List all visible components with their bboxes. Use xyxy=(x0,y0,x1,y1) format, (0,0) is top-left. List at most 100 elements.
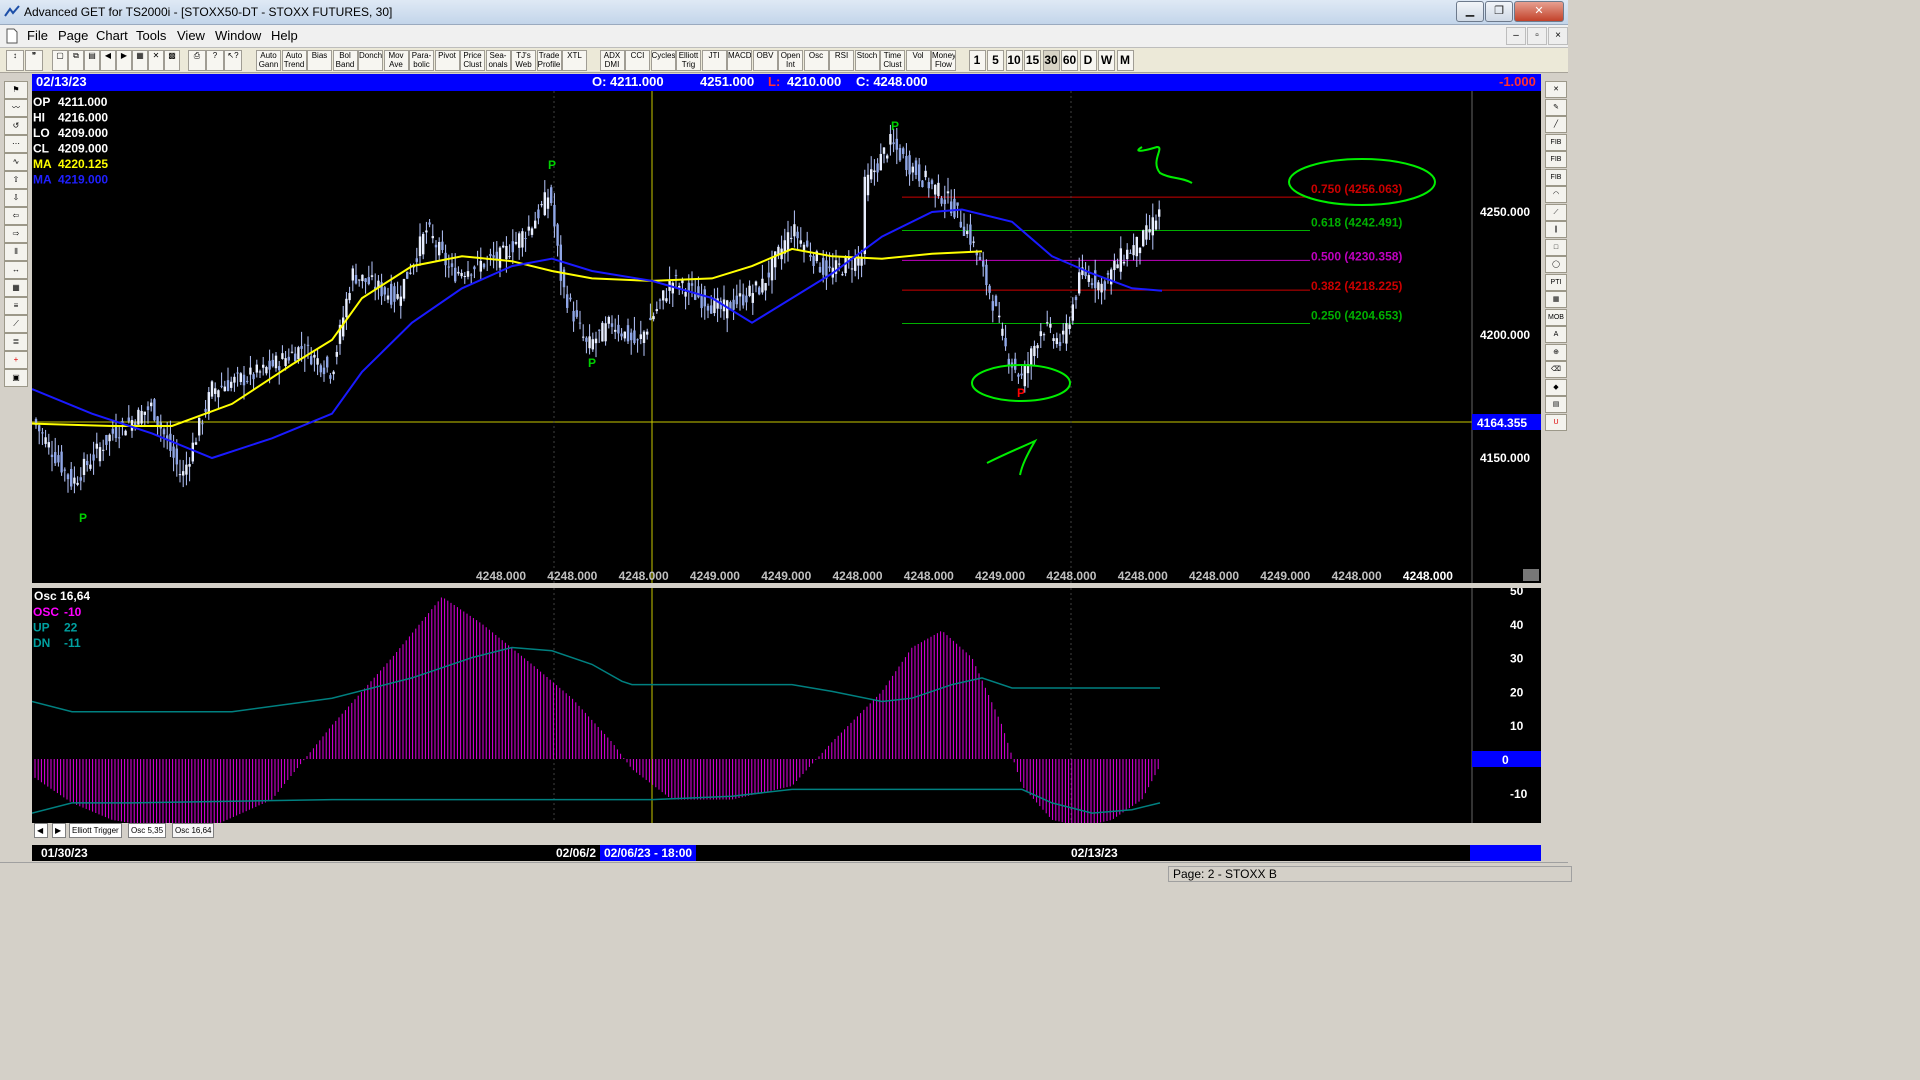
study-button[interactable]: MACD xyxy=(727,50,752,71)
eraser-icon[interactable]: ⌫ xyxy=(1545,361,1567,378)
study-button[interactable]: Stoch xyxy=(854,50,880,71)
study-button[interactable]: Sea- onals xyxy=(485,50,511,71)
study-button[interactable]: Auto Gann xyxy=(256,50,281,71)
clipboard-icon[interactable]: ▣ xyxy=(4,369,28,387)
new-page-icon[interactable]: ▢ xyxy=(52,50,68,71)
channel-icon[interactable]: ∥ xyxy=(1545,221,1567,238)
menu-view[interactable]: View xyxy=(177,28,205,43)
down-arrow-icon[interactable]: ⇩ xyxy=(4,189,28,207)
mdi-restore-button[interactable]: ▫ xyxy=(1527,27,1547,45)
crosshair-icon[interactable]: + xyxy=(4,351,28,369)
right-arrow-icon[interactable]: ⇨ xyxy=(4,225,28,243)
pencil-icon[interactable]: ✎ xyxy=(1545,98,1567,116)
study-button[interactable]: OBV xyxy=(752,50,778,71)
menu-file[interactable]: File xyxy=(27,28,48,43)
flag-icon[interactable]: ⚑ xyxy=(4,81,28,99)
study-button[interactable]: Trade Profile xyxy=(536,50,562,71)
price-chart[interactable]: 0.750 (4256.063) 0.618 (4242.491) 0.500 (4… xyxy=(31,91,1541,583)
tab-osc-16-64[interactable]: Osc 16,64 xyxy=(172,823,215,838)
tab-osc-5-35[interactable]: Osc 5,35 xyxy=(128,823,167,838)
fib-ret-icon[interactable]: FIB xyxy=(1545,133,1567,151)
interval-button[interactable]: 1 xyxy=(968,50,986,71)
study-button[interactable]: RSI xyxy=(829,50,854,71)
context-help-icon[interactable]: ↖? xyxy=(224,50,242,71)
fan-icon[interactable]: ⟋ xyxy=(1545,203,1567,221)
arc-icon[interactable]: ◠ xyxy=(1545,186,1567,203)
open-icon[interactable]: ▤ xyxy=(84,50,100,71)
interval-button[interactable]: D xyxy=(1079,50,1097,71)
help-icon[interactable]: ? xyxy=(206,50,224,71)
fib-icon[interactable]: ≣ xyxy=(4,333,28,351)
study-button[interactable]: Price Clust xyxy=(460,50,485,71)
trendline-icon[interactable]: ╱ xyxy=(1545,116,1567,133)
interval-button[interactable]: 30 xyxy=(1042,50,1060,71)
study-button[interactable]: ADX DMI xyxy=(599,50,625,71)
tab-elliott-trigger[interactable]: Elliott Trigger xyxy=(69,823,122,838)
mdi-close-button[interactable]: × xyxy=(1548,27,1568,45)
study-icon[interactable]: ⋯ xyxy=(4,135,28,153)
menu-help[interactable]: Help xyxy=(271,28,298,43)
zoom-icon[interactable]: ⊕ xyxy=(1545,343,1567,361)
grid-icon[interactable]: ▦ xyxy=(4,279,28,297)
left-arrow-icon[interactable]: ⇦ xyxy=(4,207,28,225)
mdi-minimize-button[interactable]: – xyxy=(1506,27,1526,45)
undo-icon[interactable]: U xyxy=(1545,413,1567,431)
price-chart-canvas[interactable]: 0.750 (4256.063) 0.618 (4242.491) 0.500 (4… xyxy=(31,91,1541,583)
study-button[interactable]: CCI xyxy=(625,50,650,71)
back-icon[interactable]: ◀ xyxy=(100,50,116,71)
study-button[interactable]: Time Clust xyxy=(880,50,905,71)
ellipse-icon[interactable]: ◯ xyxy=(1545,256,1567,273)
study-button[interactable]: Vol xyxy=(905,50,931,71)
study-button[interactable]: Open Int xyxy=(778,50,803,71)
gann-fan-icon[interactable]: ⟋ xyxy=(4,315,28,333)
tab-scroll-left[interactable]: ◀ xyxy=(34,823,48,838)
menu-chart[interactable]: Chart xyxy=(96,28,128,43)
delete-icon[interactable]: ✕ xyxy=(148,50,164,71)
gann-icon[interactable]: 〰 xyxy=(4,99,28,117)
study-button[interactable]: Donch xyxy=(358,50,383,71)
marker-icon[interactable]: ◆ xyxy=(1545,378,1567,396)
interval-button[interactable]: 10 xyxy=(1005,50,1023,71)
scroll-corner-icon[interactable] xyxy=(1523,569,1539,581)
menu-page[interactable]: Page xyxy=(58,28,88,43)
study-button[interactable]: Bias xyxy=(307,50,332,71)
study-button[interactable]: Auto Trend xyxy=(281,50,307,71)
tab-scroll-right[interactable]: ▶ xyxy=(52,823,66,838)
fib-ext-icon[interactable]: FIB xyxy=(1545,151,1567,168)
minimize-button[interactable]: ▁ xyxy=(1456,1,1484,22)
study-button[interactable]: Cycles xyxy=(650,50,676,71)
interval-button[interactable]: W xyxy=(1098,50,1115,71)
mob-icon[interactable]: MOB xyxy=(1545,308,1567,326)
study-button[interactable]: Elliott Trig xyxy=(676,50,701,71)
grid-icon[interactable]: ▩ xyxy=(164,50,180,71)
square-icon[interactable]: □ xyxy=(1545,238,1567,256)
bar-spacing-icon[interactable]: ⫴ xyxy=(4,243,28,261)
reset-icon[interactable]: ↺ xyxy=(4,117,28,135)
forward-icon[interactable]: ▶ xyxy=(116,50,132,71)
oscillator-canvas[interactable]: 50 40 30 20 10 -10 0 Osc 16,64 OSC -10 UP 22 DN -1… xyxy=(31,584,1541,827)
lines-icon[interactable]: ≡ xyxy=(4,297,28,315)
study-button[interactable]: Money Flow xyxy=(931,50,956,71)
menu-window[interactable]: Window xyxy=(215,28,261,43)
elliott-icon[interactable]: ∿ xyxy=(4,153,28,171)
quote-tool-icon[interactable]: ❞ xyxy=(25,50,43,71)
fib-time-icon[interactable]: FIB xyxy=(1545,168,1567,186)
interval-button[interactable]: 5 xyxy=(987,50,1004,71)
print-icon[interactable]: ⎙ xyxy=(188,50,206,71)
maximize-button[interactable]: ❐ xyxy=(1485,1,1513,22)
arrow-tool-icon[interactable]: ↕ xyxy=(6,50,24,71)
close-icon[interactable]: ✕ xyxy=(1545,81,1567,98)
menu-tools[interactable]: Tools xyxy=(136,28,166,43)
study-button[interactable]: Para- bolic xyxy=(409,50,434,71)
study-button[interactable]: TJ's Web xyxy=(511,50,536,71)
study-button[interactable]: JTI xyxy=(701,50,727,71)
study-button[interactable]: XTL xyxy=(562,50,587,71)
zoom-out-icon[interactable]: ↔ xyxy=(4,261,28,279)
study-button[interactable]: Osc xyxy=(803,50,829,71)
study-button[interactable]: Mov Ave xyxy=(383,50,409,71)
layout-icon[interactable]: ▦ xyxy=(132,50,148,71)
pti-icon[interactable]: PTI xyxy=(1545,273,1567,291)
grid-icon[interactable]: ▦ xyxy=(1545,291,1567,308)
text-icon[interactable]: A xyxy=(1545,326,1567,343)
up-arrow-icon[interactable]: ⇧ xyxy=(4,171,28,189)
